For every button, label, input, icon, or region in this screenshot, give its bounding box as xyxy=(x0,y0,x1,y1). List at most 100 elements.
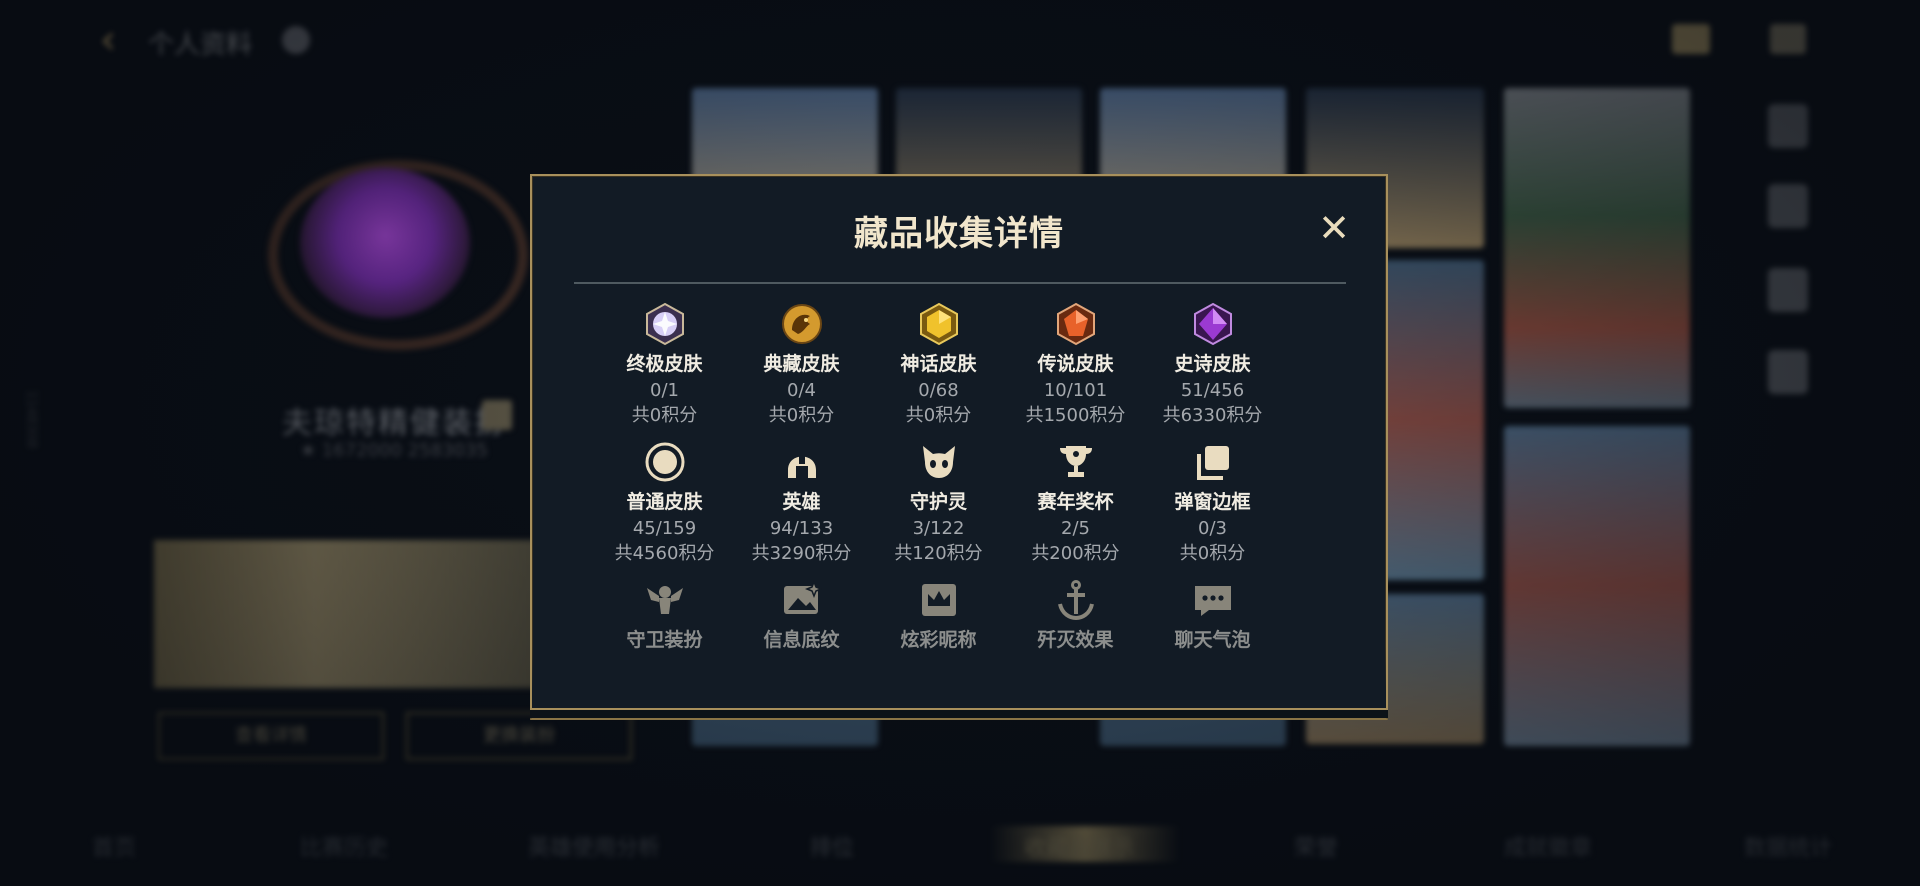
ward-skin-icon xyxy=(646,586,683,614)
collection-label: 信息底纹 xyxy=(763,629,840,651)
collection-points: 共3290积分 xyxy=(751,543,852,564)
prestige-dragon-icon xyxy=(781,304,822,344)
collection-count: 0/1 xyxy=(650,380,679,401)
collection-grid: 终极皮肤 0/1 共0积分 典藏皮肤 0/4 共0积分 神话皮肤 0/68 共0… xyxy=(596,302,1296,708)
bottom-tab[interactable]: 排位 xyxy=(810,830,854,862)
profile-banner[interactable] xyxy=(154,540,554,688)
bottom-tab[interactable]: 比赛历史 xyxy=(300,830,388,862)
collection-count: 94/133 xyxy=(769,518,834,539)
collection-item-mythic[interactable]: 神话皮肤 0/68 共0积分 xyxy=(870,302,1007,440)
player-name: 夫琼特精健装扮 xyxy=(282,406,506,441)
chat-bubble-icon xyxy=(1194,586,1231,616)
collection-label: 英雄 xyxy=(782,491,821,513)
collection-points: 共4560积分 xyxy=(614,543,715,564)
bottom-tab-active[interactable]: 收藏品展示 xyxy=(1024,830,1134,862)
collection-label: 炫彩昵称 xyxy=(900,629,977,651)
bottom-tab[interactable]: 荣誉 xyxy=(1294,830,1338,862)
ultimate-gem-icon xyxy=(645,302,684,346)
collection-points: 共6330积分 xyxy=(1162,405,1263,426)
page-title: 个人资料 xyxy=(148,30,253,60)
back-arrow-icon[interactable]: ‹ xyxy=(100,20,134,60)
collection-label: 神话皮肤 xyxy=(900,353,977,375)
rank-emblem xyxy=(300,168,470,318)
standard-circle-icon xyxy=(645,442,684,482)
sidebar-icon-profile[interactable] xyxy=(1768,184,1808,228)
view-detail-button[interactable]: 查看详情 xyxy=(158,712,384,760)
crown-nameplate-icon xyxy=(921,584,956,616)
chat-icon[interactable] xyxy=(1770,24,1806,54)
collection-points: 共120积分 xyxy=(894,543,983,564)
collection-item-champion[interactable]: 英雄 94/133 共3290积分 xyxy=(733,440,870,578)
collection-count: 45/159 xyxy=(632,518,697,539)
skin-card[interactable] xyxy=(1504,88,1690,408)
collection-points: 共1500积分 xyxy=(1025,405,1126,426)
bottom-tab[interactable]: 成就徽章 xyxy=(1504,830,1592,862)
collection-label: 典藏皮肤 xyxy=(763,353,840,375)
mail-icon[interactable] xyxy=(1672,24,1710,54)
bottom-tab[interactable]: 数据统计 xyxy=(1744,830,1832,862)
little-legend-icon xyxy=(922,446,955,478)
collection-label: 赛年奖杯 xyxy=(1037,491,1114,513)
collection-item-legendary[interactable]: 传说皮肤 10/101 共1500积分 xyxy=(1007,302,1144,440)
frame-stack-icon xyxy=(1196,446,1229,480)
collection-item-little-legend[interactable]: 守护灵 3/122 共120积分 xyxy=(870,440,1007,578)
collection-count: 51/456 xyxy=(1180,380,1245,401)
side-id: 1148308 xyxy=(23,390,39,449)
close-icon[interactable]: ✕ xyxy=(1312,206,1356,250)
collection-item-prestige[interactable]: 典藏皮肤 0/4 共0积分 xyxy=(733,302,870,440)
player-subtitle: ★ 1672000 2583035 xyxy=(300,440,488,461)
collection-item-chat-bubble[interactable]: 聊天气泡 xyxy=(1144,578,1281,708)
collection-item-nameplate[interactable]: 炫彩昵称 xyxy=(870,578,1007,708)
collection-item-ward[interactable]: 守卫装扮 xyxy=(596,578,733,708)
collection-label: 普通皮肤 xyxy=(626,491,703,513)
bottom-tab[interactable]: 首页 xyxy=(92,830,136,862)
collection-item-banner[interactable]: 信息底纹 xyxy=(733,578,870,708)
collection-label: 终极皮肤 xyxy=(626,353,703,375)
collection-count: 2/5 xyxy=(1061,518,1090,539)
trophy-icon xyxy=(1059,446,1092,477)
collection-item-ultimate[interactable]: 终极皮肤 0/1 共0积分 xyxy=(596,302,733,440)
skin-card[interactable] xyxy=(1504,426,1690,746)
collection-points: 共0积分 xyxy=(768,405,835,426)
collection-label: 弹窗边框 xyxy=(1174,491,1251,513)
collection-count: 10/101 xyxy=(1043,380,1108,401)
title-divider xyxy=(574,282,1346,284)
collection-points: 共0积分 xyxy=(1179,543,1246,564)
collection-detail-modal: 藏品收集详情 ✕ 终极皮肤 0/1 共0积分 典藏皮肤 0/4 共0积分 神话皮… xyxy=(530,174,1388,710)
collection-item-finisher[interactable]: 歼灭效果 xyxy=(1007,578,1144,708)
collection-label: 歼灭效果 xyxy=(1037,629,1114,651)
modal-title: 藏品收集详情 xyxy=(854,214,1064,254)
collection-label: 守护灵 xyxy=(909,491,967,513)
bottom-tab[interactable]: 英雄使用分析 xyxy=(528,830,660,862)
collection-count: 0/68 xyxy=(918,380,959,401)
collection-item-standard[interactable]: 普通皮肤 45/159 共4560积分 xyxy=(596,440,733,578)
collection-count: 0/4 xyxy=(787,380,816,401)
collection-count: 3/122 xyxy=(912,518,965,539)
collection-label: 史诗皮肤 xyxy=(1174,353,1251,375)
helmet-icon xyxy=(787,454,816,478)
collection-row: 普通皮肤 45/159 共4560积分 英雄 94/133 共3290积分 守护… xyxy=(596,440,1296,578)
collection-label: 守卫装扮 xyxy=(626,629,703,651)
sidebar-icon-store[interactable] xyxy=(1768,268,1808,312)
collection-row: 终极皮肤 0/1 共0积分 典藏皮肤 0/4 共0积分 神话皮肤 0/68 共0… xyxy=(596,302,1296,440)
sidebar-icon-settings[interactable] xyxy=(1768,350,1808,394)
mythic-gem-icon xyxy=(919,302,958,346)
anchor-icon xyxy=(1057,580,1094,621)
banner-image-icon xyxy=(783,579,823,614)
collection-item-epic[interactable]: 史诗皮肤 51/456 共6330积分 xyxy=(1144,302,1281,440)
edit-name-icon[interactable] xyxy=(482,400,512,430)
collection-label: 传说皮肤 xyxy=(1037,353,1114,375)
sidebar-icon-home[interactable] xyxy=(1768,104,1808,148)
collection-item-frame[interactable]: 弹窗边框 0/3 共0积分 xyxy=(1144,440,1281,578)
settings-icon[interactable] xyxy=(282,26,310,54)
collection-item-trophy[interactable]: 赛年奖杯 2/5 共200积分 xyxy=(1007,440,1144,578)
collection-row: 守卫装扮 信息底纹 炫彩昵称 歼灭效果 聊天气泡 xyxy=(596,578,1296,708)
modal-footer-edge xyxy=(530,710,1388,720)
collection-points: 共0积分 xyxy=(905,405,972,426)
collection-label: 聊天气泡 xyxy=(1174,629,1251,651)
legendary-gem-icon xyxy=(1056,302,1095,346)
epic-gem-icon xyxy=(1193,302,1232,346)
collection-points: 共0积分 xyxy=(631,405,698,426)
collection-points: 共200积分 xyxy=(1031,543,1120,564)
collection-count: 0/3 xyxy=(1198,518,1227,539)
